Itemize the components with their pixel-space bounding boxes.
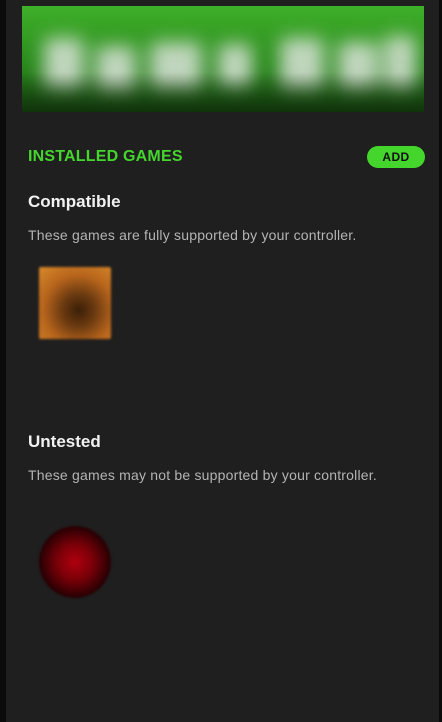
game-thumbnail-orange	[39, 267, 111, 339]
add-game-button[interactable]: ADD	[367, 146, 425, 168]
compatible-title: Compatible	[28, 192, 121, 211]
untested-description: These games may not be supported by your…	[28, 467, 377, 483]
app-screen: INSTALLED GAMES ADD Compatible These gam…	[6, 0, 439, 722]
installed-games-title: INSTALLED GAMES	[28, 148, 183, 165]
game-thumbnail-red-circle	[39, 526, 111, 598]
featured-banner[interactable]	[22, 6, 424, 112]
banner-shade	[22, 72, 424, 112]
compatible-game-tile[interactable]	[37, 267, 113, 349]
untested-game-tile[interactable]	[37, 526, 113, 608]
untested-title: Untested	[28, 432, 101, 451]
compatible-description: These games are fully supported by your …	[28, 227, 357, 243]
installed-games-header: INSTALLED GAMES ADD	[28, 146, 425, 170]
